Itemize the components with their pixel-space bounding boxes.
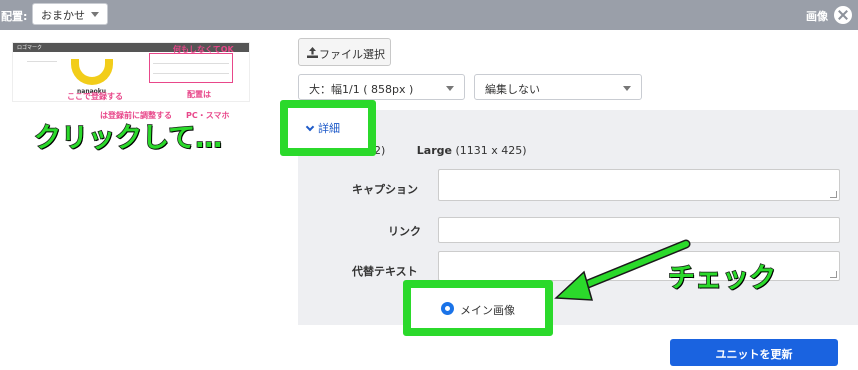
check-annotation-text: チェック	[667, 262, 777, 295]
click-annotation-text: クリックして…	[33, 122, 223, 155]
image-unit-editor: 配置: おまかせ 画像 ロゴマーク nanaoku 何もしなくてOK ここで登録…	[0, 0, 858, 370]
annotation-arrow	[554, 239, 691, 301]
update-unit-button[interactable]: ユニットを更新	[670, 339, 838, 366]
